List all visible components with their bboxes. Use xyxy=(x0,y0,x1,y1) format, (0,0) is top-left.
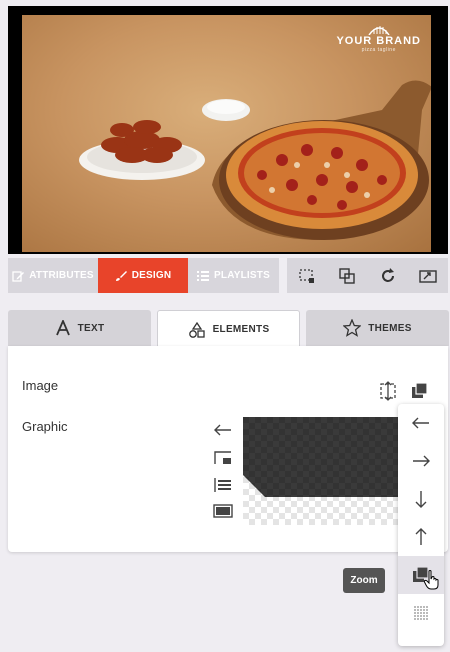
hand-cursor-icon xyxy=(423,570,440,595)
tab-text[interactable]: TEXT xyxy=(8,310,151,346)
graphic-row-label: Graphic xyxy=(22,419,68,434)
menu-arrow-right[interactable] xyxy=(398,442,444,480)
align-left-icon[interactable] xyxy=(213,477,233,495)
tab-themes[interactable]: THEMES xyxy=(306,310,449,346)
tab-elements[interactable]: ELEMENTS xyxy=(157,310,300,348)
shapes-icon xyxy=(188,321,205,338)
position-corner-icon[interactable] xyxy=(213,450,233,468)
attributes-label: ATTRIBUTES xyxy=(29,270,94,281)
preview-image: YOUR BRAND pizza tagline xyxy=(22,15,431,252)
menu-arrow-left[interactable] xyxy=(398,404,444,442)
layers-icon[interactable] xyxy=(335,264,359,288)
brand-watermark: YOUR BRAND pizza tagline xyxy=(336,23,421,53)
mode-toolbar: ATTRIBUTES DESIGN PLAYLISTS xyxy=(8,258,279,293)
menu-arrow-up[interactable] xyxy=(398,518,444,556)
resize-icon[interactable] xyxy=(416,264,440,288)
tab-themes-label: THEMES xyxy=(368,322,412,334)
arrow-right-icon xyxy=(413,455,430,467)
zoom-tooltip: Zoom xyxy=(343,568,385,593)
tab-text-label: TEXT xyxy=(77,322,105,334)
dots-grid-icon xyxy=(414,606,428,620)
brand-logo-icon xyxy=(368,26,390,35)
tools-toolbar xyxy=(287,258,448,293)
tab-elements-label: ELEMENTS xyxy=(212,324,270,335)
image-layers-icon[interactable] xyxy=(410,381,430,406)
menu-arrow-down[interactable] xyxy=(398,480,444,518)
design-label: DESIGN xyxy=(131,270,172,281)
position-menu xyxy=(398,404,444,646)
playlists-button[interactable]: PLAYLISTS xyxy=(188,258,279,293)
playlists-label: PLAYLISTS xyxy=(214,270,270,281)
elements-panel: Image Graphic xyxy=(8,346,448,552)
image-row-label: Image xyxy=(22,378,59,393)
menu-dots[interactable] xyxy=(398,594,444,632)
image-resize-icon[interactable] xyxy=(379,381,399,406)
list-icon xyxy=(197,270,210,281)
arrow-up-icon xyxy=(415,528,427,545)
text-a-icon xyxy=(55,320,70,336)
preview-frame: YOUR BRAND pizza tagline xyxy=(8,6,448,254)
full-frame-icon[interactable] xyxy=(213,504,233,522)
arrow-left-icon[interactable] xyxy=(213,423,233,441)
star-icon xyxy=(343,319,362,337)
arrow-left-icon xyxy=(412,417,429,429)
attributes-button[interactable]: ATTRIBUTES xyxy=(8,258,98,293)
brush-icon xyxy=(115,270,127,281)
design-button[interactable]: DESIGN xyxy=(98,258,188,293)
edit-icon xyxy=(12,270,25,282)
arrow-down-icon xyxy=(415,491,427,508)
graphic-side-icons xyxy=(213,423,233,531)
brand-name: YOUR BRAND xyxy=(336,35,421,47)
select-region-icon[interactable] xyxy=(295,264,319,288)
refresh-icon[interactable] xyxy=(376,264,400,288)
brand-tagline: pizza tagline xyxy=(361,47,396,53)
graphic-thumbnail[interactable] xyxy=(243,417,405,525)
panel-tabs: TEXT ELEMENTS THEMES xyxy=(8,310,449,348)
